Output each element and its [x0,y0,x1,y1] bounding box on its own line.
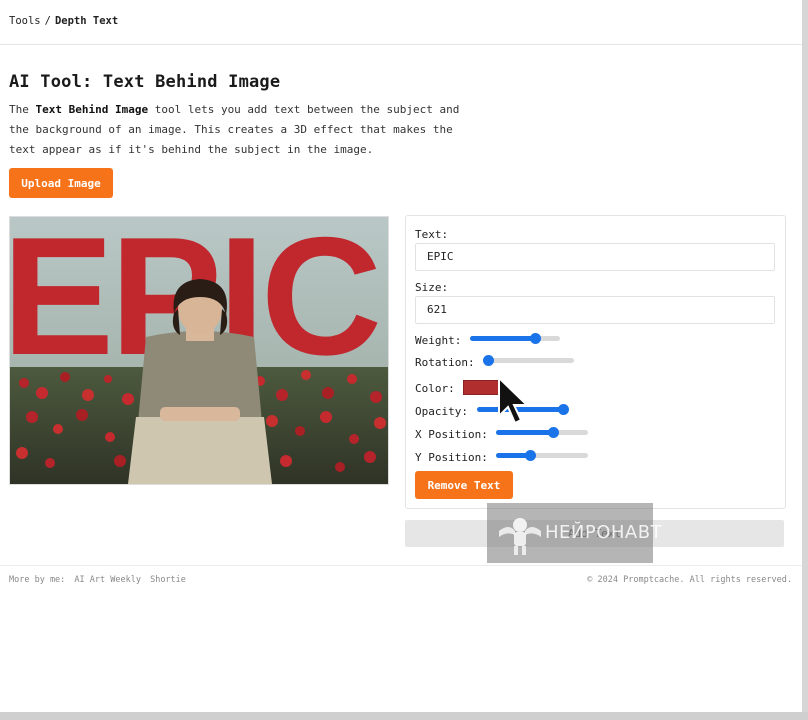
footer-links: More by me: AI Art Weekly Shortie [9,575,186,585]
mouse-cursor-icon [498,376,530,425]
size-input[interactable]: 621 [415,296,775,324]
preview-image: EPIC [10,217,388,484]
y-position-slider[interactable] [496,450,588,461]
y-position-label: Y Position: [415,451,488,464]
weight-slider[interactable] [470,333,560,344]
text-controls-panel: Text: EPIC Size: 621 Weight: Rotation: C… [405,215,786,509]
intro-tool-name: Text Behind Image [35,103,149,116]
color-label: Color: [415,382,455,395]
weight-slider-thumb[interactable] [529,333,541,344]
footer-divider [0,565,802,566]
breadcrumb-current: Depth Text [54,15,119,27]
y-position-slider-thumb[interactable] [525,450,537,461]
text-label: Text: [415,228,449,241]
breadcrumb: Tools / Depth Text [9,15,118,27]
weight-slider-fill [470,336,535,341]
rotation-slider-thumb[interactable] [483,355,494,366]
rotation-slider[interactable] [483,355,574,366]
astronaut-logo-icon [499,518,541,555]
footer-copyright: © 2024 Promptcache. All rights reserved. [587,575,792,585]
weight-label: Weight: [415,334,462,347]
image-preview: EPIC [9,216,389,485]
intro-prefix: The [9,103,36,116]
x-position-slider[interactable] [496,427,588,438]
page-title: AI Tool: Text Behind Image [9,72,281,92]
remove-text-button[interactable]: Remove Text [415,471,513,499]
x-position-slider-thumb[interactable] [548,427,560,438]
opacity-slider-thumb[interactable] [558,404,569,415]
upload-image-button[interactable]: Upload Image [9,168,113,198]
top-bar: Tools / Depth Text [0,0,802,45]
color-picker-swatch[interactable] [463,380,499,395]
intro-paragraph: The Text Behind Image tool lets you add … [9,100,469,160]
rotation-label: Rotation: [415,356,475,369]
breadcrumb-tools-link[interactable]: Tools [9,15,41,27]
x-position-label: X Position: [415,428,488,441]
footer-link-shortie[interactable]: Shortie [150,575,186,585]
footer-link-ai-art-weekly[interactable]: AI Art Weekly [74,575,141,585]
watermark-text: НЕЙРОНАВТ [545,522,663,543]
text-input[interactable]: EPIC [415,243,775,271]
window-edge-bottom [0,712,808,720]
x-position-slider-fill [496,430,554,435]
footer-more-by-label: More by me: [9,575,66,585]
watermark: НЕЙРОНАВТ [487,503,662,563]
breadcrumb-separator: / [44,15,51,27]
window-edge-right [802,0,808,720]
opacity-label: Opacity: [415,405,468,418]
size-label: Size: [415,281,449,294]
